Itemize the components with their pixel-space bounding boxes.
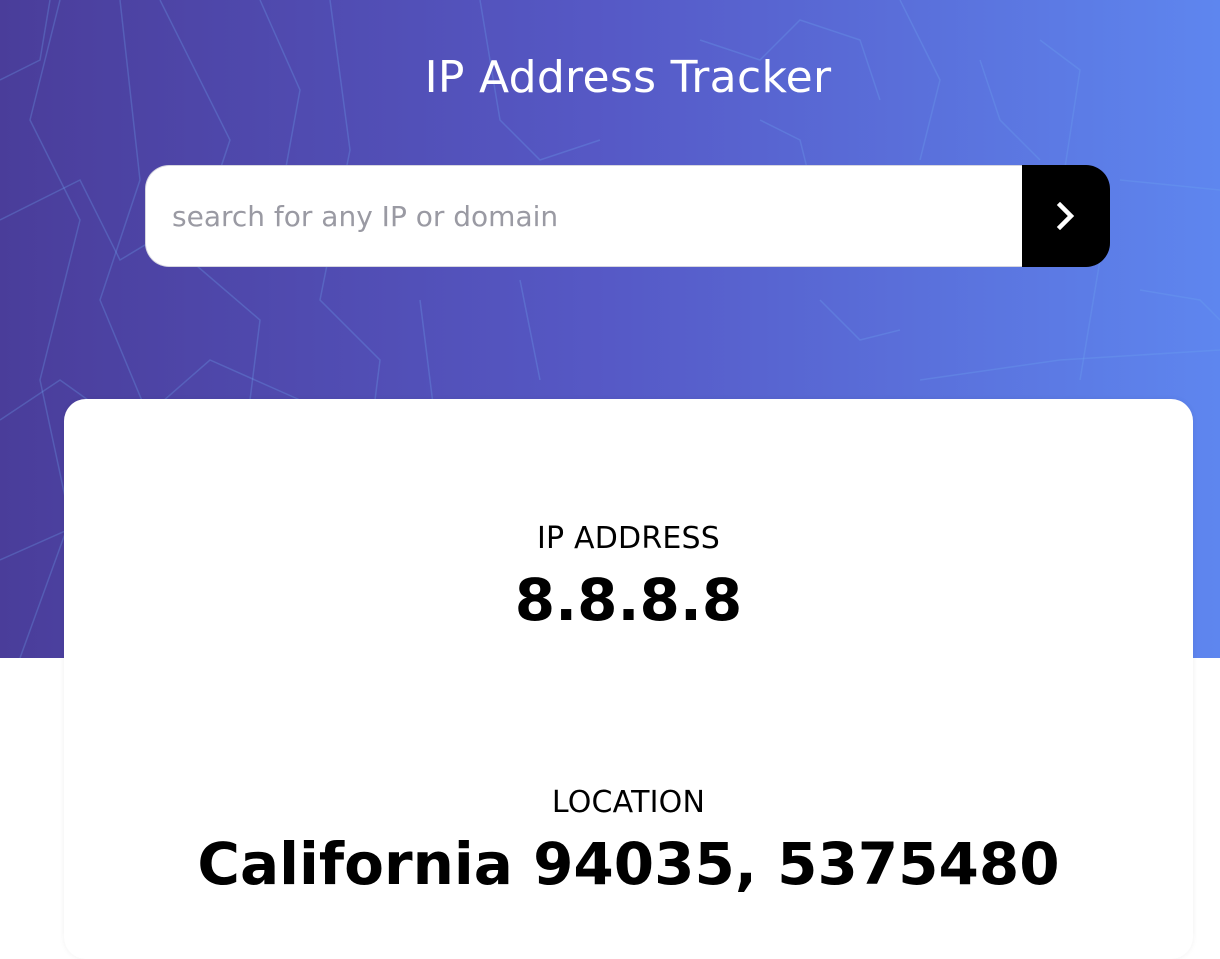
search-button[interactable] [1022, 165, 1110, 267]
location-section: LOCATION California 94035, 5375480 [64, 785, 1193, 899]
chevron-right-icon [1056, 202, 1075, 230]
ip-address-section: IP ADDRESS 8.8.8.8 [64, 521, 1193, 635]
location-label: LOCATION [551, 785, 706, 820]
search-form [145, 165, 1110, 267]
page-title: IP Address Tracker [424, 52, 832, 103]
search-input[interactable] [145, 165, 1022, 267]
ip-address-value: 8.8.8.8 [514, 566, 743, 634]
location-value: California 94035, 5375480 [197, 830, 1060, 898]
info-card: IP ADDRESS 8.8.8.8 LOCATION California 9… [64, 399, 1193, 959]
ip-address-label: IP ADDRESS [536, 521, 721, 556]
